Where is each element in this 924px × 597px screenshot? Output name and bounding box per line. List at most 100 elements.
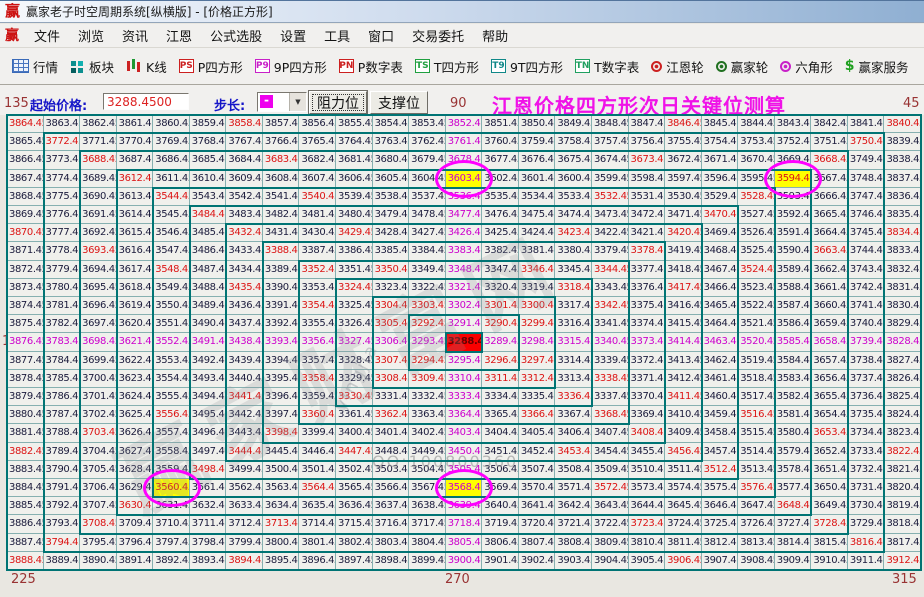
gann-cell: 3627.45 [116,442,154,461]
gann-cell: 3745.45 [847,224,885,243]
gann-cell: 3493.45 [189,369,227,388]
gann-cell: 3743.45 [847,260,885,279]
gann-cell: 3817.45 [884,533,921,552]
gann-cell: 3586.45 [774,315,812,334]
gann-cell: 3304.45 [372,297,410,316]
gann-cell: 3879.45 [7,388,44,407]
gann-cell: 3726.45 [738,515,775,534]
gann-cell: 3812.45 [701,533,739,552]
gann-cell: 3377.45 [628,260,666,279]
gann-cell: 3425.45 [482,224,519,243]
gann-cell: 3386.45 [336,242,373,261]
gann-cell: 3528.45 [738,187,775,206]
gann-cell: 3912.45 [884,551,921,570]
gann-cell: 3667.45 [811,169,848,188]
gann-cell: 3503.45 [372,460,410,479]
gann-cell: 3519.45 [738,351,775,370]
gann-cell: 3805.45 [445,533,483,552]
gann-cell: 3797.45 [153,533,190,552]
gann-cell: 3689.45 [80,169,117,188]
gann-cell: 3545.45 [153,206,190,225]
gann-cell: 3414.45 [665,333,702,352]
gann-cell: 3558.45 [153,442,190,461]
gann-cell: 3609.45 [226,169,263,188]
gann-cell: 3335.45 [518,388,556,407]
gann-cell: 3759.45 [518,133,556,152]
gann-cell: 3845.45 [701,115,739,134]
gann-cell: 3375.45 [628,297,666,316]
gann-cell: 3504.45 [409,460,446,479]
gann-cell: 3560.45 [153,479,190,498]
gann-cell: 3910.45 [811,551,848,570]
gann-cell: 3649.45 [811,497,848,516]
gann-cell: 3686.45 [153,151,190,170]
gann-cell: 3441.45 [226,388,263,407]
gann-cell: 3644.45 [628,497,666,516]
gann-cell: 3540.45 [299,187,337,206]
gann-cell: 3788.45 [43,424,81,443]
gann-cell: 3818.45 [884,515,921,534]
gann-cell: 3554.45 [153,369,190,388]
gann-cell: 3877.45 [7,351,44,370]
gann-cell: 3697.45 [80,315,117,334]
gann-cell: 3522.45 [738,297,775,316]
gann-cell: 3507.45 [518,460,556,479]
gann-cell: 3485.45 [189,224,227,243]
gann-cell: 3435.45 [226,278,263,297]
gann-cell: 3772.45 [43,133,81,152]
gann-cell: 3546.45 [153,224,190,243]
gann-cell: 3395.45 [262,369,300,388]
gann-cell: 3525.45 [738,242,775,261]
gann-cell: 3509.45 [591,460,629,479]
gann-cell: 3846.45 [665,115,702,134]
gann-cell: 3857.45 [262,115,300,134]
gann-cell: 3836.45 [884,187,921,206]
gann-cell: 3531.45 [628,187,666,206]
gann-cell: 3394.45 [262,351,300,370]
gann-cell: 3338.45 [591,369,629,388]
gann-cell: 3652.45 [811,442,848,461]
gann-cell: 3520.45 [738,333,775,352]
gann-cell: 3903.45 [555,551,592,570]
gann-cell: 3382.45 [482,242,519,261]
gann-cell: 3299.45 [518,315,556,334]
gann-cell: 3406.45 [555,424,592,443]
gann-cell: 3684.45 [226,151,263,170]
gann-cell: 3754.45 [701,133,739,152]
gann-cell: 3784.45 [43,351,81,370]
gann-cell: 3705.45 [80,460,117,479]
gann-cell: 3433.45 [226,242,263,261]
gann-cell: 3563.45 [262,479,300,498]
gann-cell: 3466.45 [701,278,739,297]
gann-cell: 3476.45 [482,206,519,225]
gann-cell: 3896.45 [299,551,337,570]
gann-cell: 3874.45 [7,297,44,316]
gann-cell: 3533.45 [555,187,592,206]
gann-cell: 3290.45 [482,315,519,334]
gann-cell: 3775.45 [43,187,81,206]
gann-cell: 3740.45 [847,315,885,334]
gann-cell: 3840.45 [884,115,921,134]
gann-cell: 3645.45 [665,497,702,516]
gann-cell: 3393.45 [262,333,300,352]
gann-cell: 3580.45 [774,424,812,443]
gann-cell: 3635.45 [299,497,337,516]
gann-cell: 3610.45 [189,169,227,188]
gann-cell: 3585.45 [774,333,812,352]
gann-cell: 3346.45 [518,260,556,279]
gann-cell: 3838.45 [884,151,921,170]
gann-cell: 3638.45 [409,497,446,516]
gann-cell: 3498.45 [189,460,227,479]
gann-cell: 3383.45 [445,242,483,261]
gann-cell: 3501.45 [299,460,337,479]
gann-cell: 3902.45 [518,551,556,570]
gann-cell: 3582.45 [774,388,812,407]
gann-cell: 3579.45 [774,442,812,461]
gann-cell: 3604.45 [409,169,446,188]
gann-cell: 3849.45 [555,115,592,134]
gann-cell: 3664.45 [811,224,848,243]
gann-cell: 3449.45 [409,442,446,461]
gann-cell: 3648.45 [774,497,812,516]
gann-cell: 3589.45 [774,260,812,279]
gann-cell: 3459.45 [701,406,739,425]
